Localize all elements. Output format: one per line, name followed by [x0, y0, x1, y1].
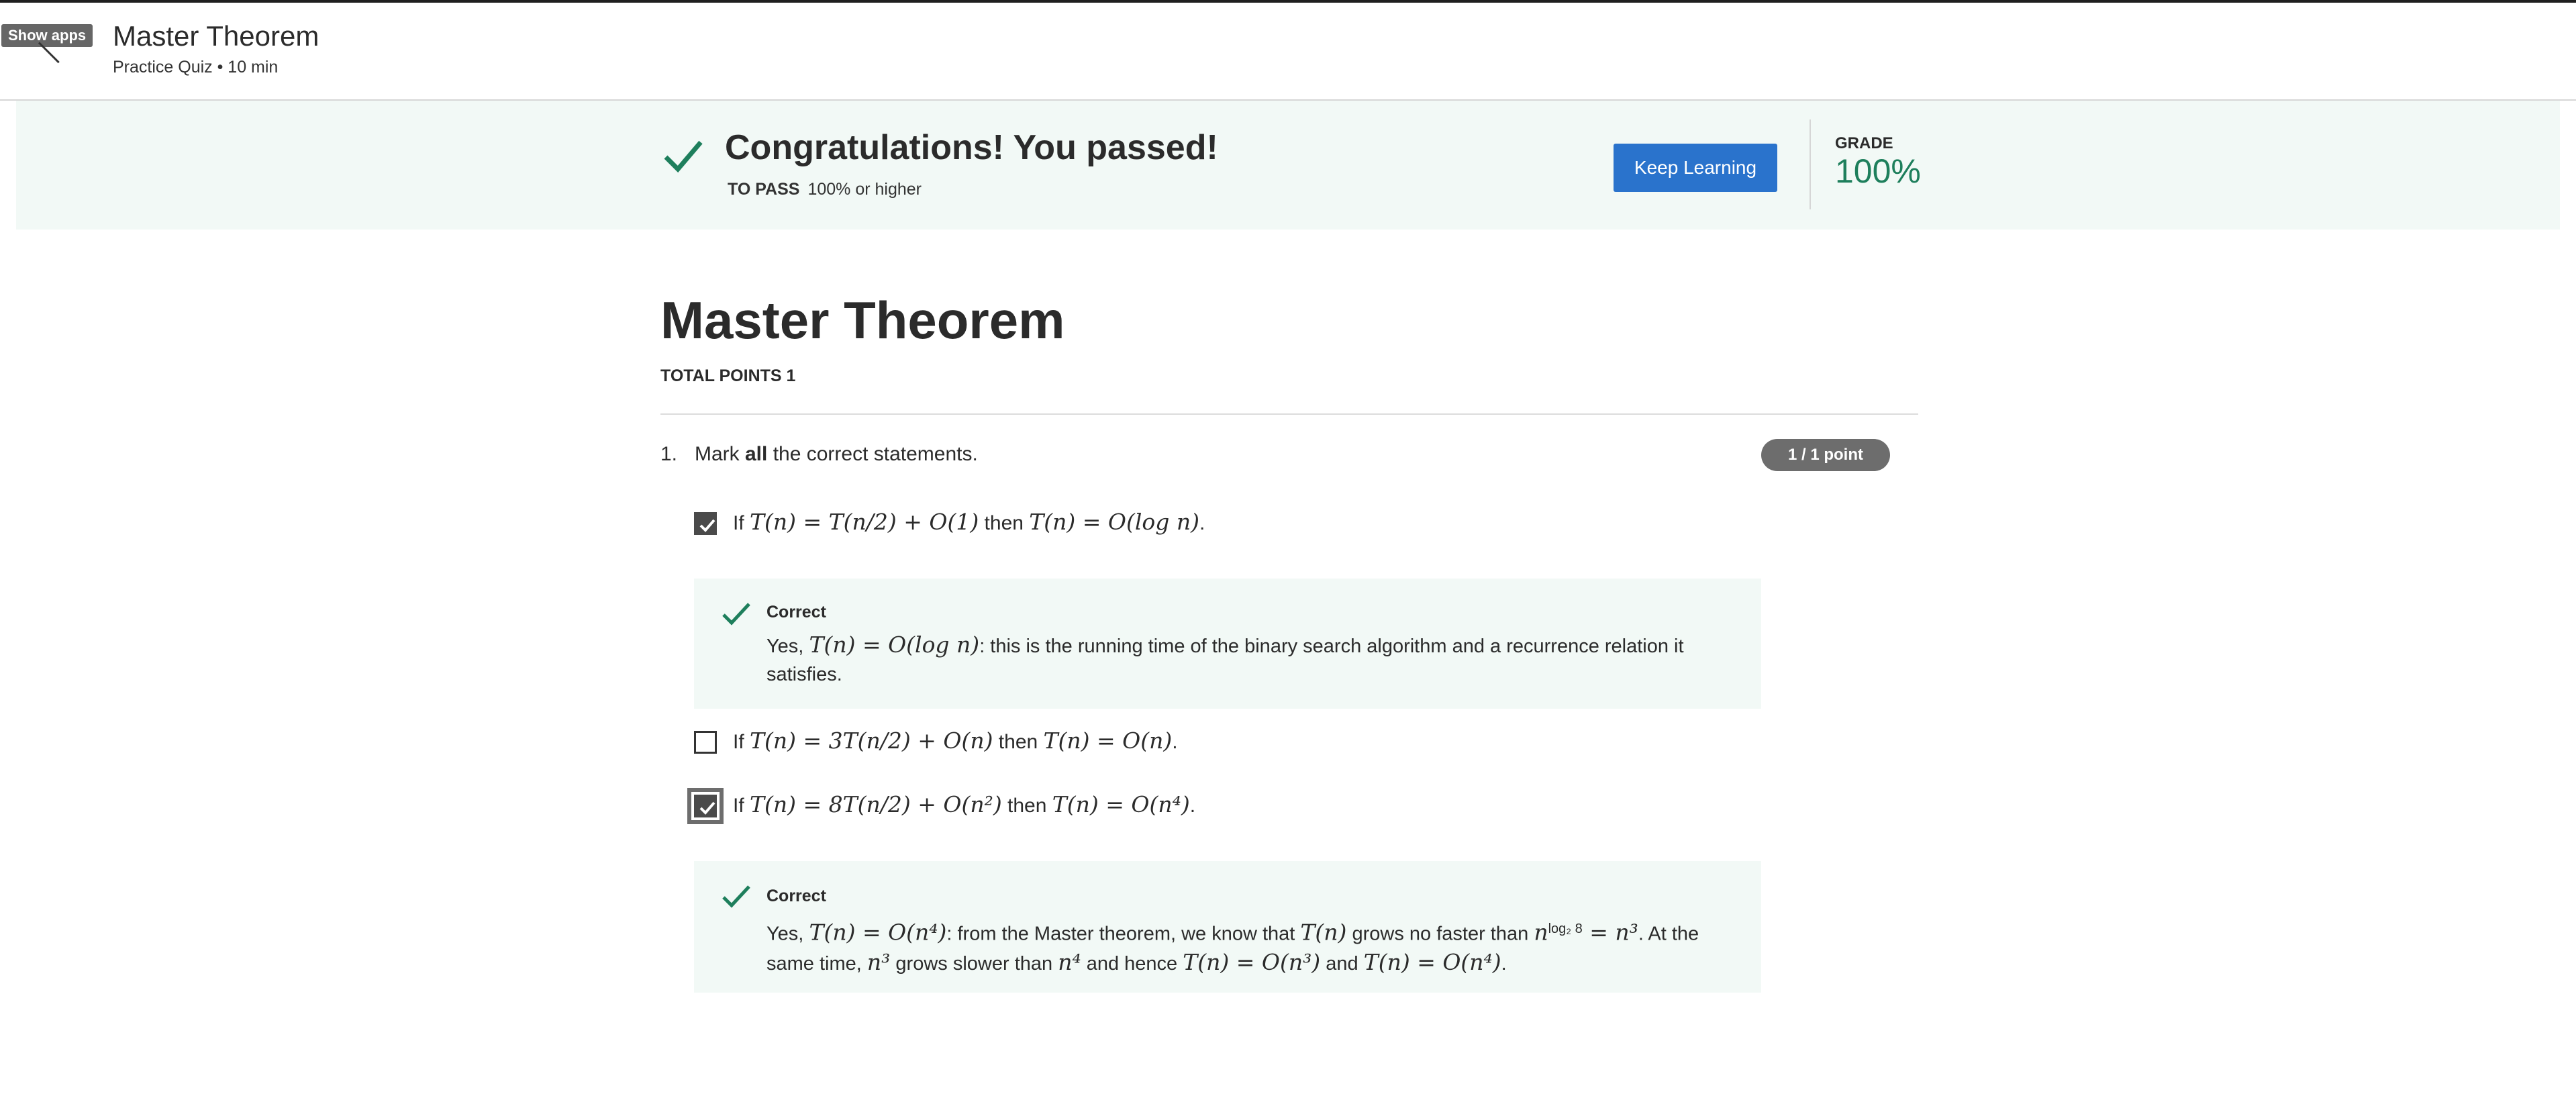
feedback-2-m4: = n³	[1582, 919, 1638, 946]
option-3-prefix: If	[733, 795, 750, 817]
option-3-math-conclusion: T(n) = O(n⁴)	[1052, 791, 1190, 817]
feedback-2-t5: grows slower than	[890, 952, 1058, 975]
option-3-math-premise: T(n) = 8T(n/2) + O(n²)	[750, 791, 1002, 817]
checkbox-checked-icon	[699, 519, 715, 532]
option-3-mid: then	[1001, 795, 1052, 817]
feedback-2-m2: T(n)	[1300, 919, 1347, 946]
feedback-1-m1: T(n) = O(log n)	[809, 632, 980, 658]
option-2-prefix: If	[733, 731, 750, 753]
option-3-label[interactable]: If T(n) = 8T(n/2) + O(n²) then T(n) = O(…	[733, 791, 1195, 817]
option-2-end: .	[1172, 731, 1178, 753]
show-apps-tooltip: Show apps	[1, 24, 93, 47]
question-number: 1.	[660, 443, 678, 465]
feedback-1-text: Yes, T(n) = O(log n): this is the runnin…	[766, 631, 1733, 689]
option-1-math-premise: T(n) = T(n/2) + O(1)	[750, 509, 979, 535]
page-header-title: Master Theorem	[113, 20, 319, 52]
feedback-2-t8: .	[1501, 952, 1507, 975]
option-2-math-premise: T(n) = 3T(n/2) + O(n)	[750, 728, 993, 754]
grade-divider	[1810, 119, 1811, 209]
check-icon	[664, 140, 703, 173]
total-points: TOTAL POINTS 1	[660, 366, 796, 385]
feedback-2-text: Yes, T(n) = O(n⁴): from the Master theor…	[766, 915, 1733, 978]
option-1-checkbox[interactable]	[694, 512, 717, 535]
feedback-1-label: Correct	[766, 603, 826, 621]
feedback-2-t2: : from the Master theorem, we know that	[946, 923, 1301, 945]
grade-label: GRADE	[1835, 134, 1893, 152]
checkbox-checked-icon	[699, 801, 715, 815]
feedback-2-t7: and	[1320, 952, 1364, 975]
feedback-1: Correct Yes, T(n) = O(log n): this is th…	[694, 579, 1761, 709]
option-2-checkbox[interactable]	[694, 731, 717, 754]
option-2-math-conclusion: T(n) = O(n)	[1043, 728, 1173, 754]
content-divider	[660, 413, 1918, 415]
option-1-label[interactable]: If T(n) = T(n/2) + O(1) then T(n) = O(lo…	[733, 509, 1205, 535]
check-icon	[722, 885, 750, 908]
feedback-2-m7: T(n) = O(n³)	[1183, 948, 1321, 975]
to-pass-value: 100% or higher	[807, 180, 922, 199]
feedback-2-m8: T(n) = O(n⁴)	[1363, 948, 1501, 975]
points-badge: 1 / 1 point	[1761, 439, 1890, 471]
option-2-label[interactable]: If T(n) = 3T(n/2) + O(n) then T(n) = O(n…	[733, 728, 1178, 754]
question-text: Mark all the correct statements.	[695, 443, 978, 466]
to-pass-label: TO PASS	[728, 180, 800, 199]
feedback-2-m6: n⁴	[1058, 948, 1081, 975]
option-1-prefix: If	[733, 512, 750, 534]
feedback-2-t1: Yes,	[766, 923, 809, 945]
quiz-title: Master Theorem	[660, 291, 1065, 350]
question-text-bold: all	[745, 443, 768, 465]
option-3-end: .	[1189, 795, 1196, 817]
feedback-2-t3: grows no faster than	[1346, 923, 1534, 945]
question-text-post: the correct statements.	[767, 443, 978, 465]
feedback-2-m5: n³	[866, 948, 891, 975]
feedback-1-t1: Yes,	[766, 636, 809, 657]
feedback-2-t6: and hence	[1081, 952, 1183, 975]
feedback-2-m3: n	[1534, 919, 1548, 946]
option-1-mid: then	[979, 512, 1030, 534]
option-1-math-conclusion: T(n) = O(log n)	[1029, 509, 1200, 535]
option-3-checkbox[interactable]	[687, 788, 724, 824]
to-pass-info: TO PASS 100% or higher	[728, 180, 922, 199]
question-text-pre: Mark	[695, 443, 745, 465]
feedback-2-label: Correct	[766, 887, 826, 905]
check-icon	[722, 603, 750, 626]
pass-banner	[16, 101, 2560, 230]
pass-message: Congratulations! You passed!	[725, 128, 1218, 167]
keep-learning-button[interactable]: Keep Learning	[1614, 144, 1777, 192]
grade-value: 100%	[1835, 152, 1921, 190]
option-1-end: .	[1199, 512, 1205, 534]
feedback-2-m1: T(n) = O(n⁴)	[809, 919, 947, 946]
feedback-2: Correct Yes, T(n) = O(n⁴): from the Mast…	[694, 861, 1761, 993]
top-border	[0, 0, 2576, 3]
option-2-mid: then	[993, 731, 1044, 753]
page-header-subtitle: Practice Quiz • 10 min	[113, 58, 279, 77]
feedback-2-sup: log₂ 8	[1548, 921, 1583, 936]
